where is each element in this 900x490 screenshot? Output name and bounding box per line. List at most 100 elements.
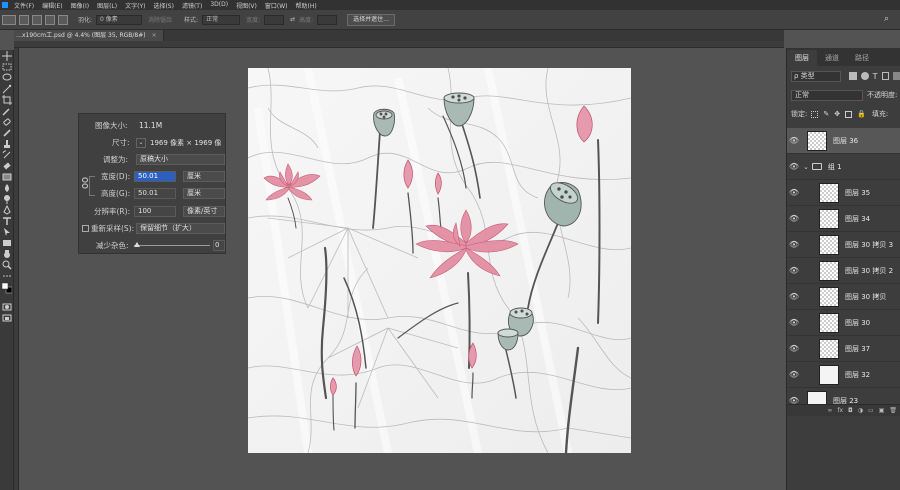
visibility-eye-icon[interactable]: 👁	[787, 136, 801, 145]
visibility-eye-icon[interactable]: 👁	[787, 266, 801, 275]
layer-thumbnail[interactable]	[807, 130, 827, 151]
menu-item[interactable]: 3D(D)	[210, 1, 228, 10]
lock-artboard-icon[interactable]	[845, 110, 853, 118]
layer-row[interactable]: 👁 图层 35	[787, 180, 900, 206]
visibility-eye-icon[interactable]: 👁	[787, 370, 801, 379]
new-group-icon[interactable]: ▭	[868, 407, 874, 414]
lock-all-icon[interactable]: 🔒	[857, 110, 866, 118]
fit-to-select[interactable]: 原稿大小	[136, 154, 225, 165]
type-tool-icon[interactable]	[2, 216, 12, 226]
filter-adjust-icon[interactable]	[860, 72, 869, 80]
layer-row[interactable]: 👁 图层 23	[787, 388, 900, 404]
height-input[interactable]: 50.01	[134, 188, 176, 199]
shape-tool-icon[interactable]	[2, 238, 12, 248]
marquee-tool-icon[interactable]	[2, 62, 12, 72]
layer-thumbnail[interactable]	[819, 338, 839, 359]
layer-row[interactable]: 👁 图层 34	[787, 206, 900, 232]
swap-icon[interactable]: ⇄	[290, 16, 295, 23]
trash-icon[interactable]: 🗑	[889, 407, 897, 414]
visibility-eye-icon[interactable]: 👁	[787, 214, 801, 223]
lasso-tool-icon[interactable]	[2, 73, 12, 83]
layer-thumbnail[interactable]	[819, 182, 839, 203]
new-selection-icon[interactable]	[19, 14, 29, 25]
color-swatches-icon[interactable]	[1, 282, 13, 296]
link-layers-icon[interactable]: ∞	[827, 407, 832, 414]
layer-row[interactable]: 👁 图层 30	[787, 310, 900, 336]
resample-checkbox[interactable]	[82, 225, 89, 232]
filter-smart-icon[interactable]	[893, 72, 900, 80]
layer-thumbnail[interactable]	[819, 260, 839, 281]
menu-item[interactable]: 视图(V)	[236, 1, 257, 10]
quick-mask-icon[interactable]	[2, 302, 12, 312]
tab-channels[interactable]: 通道	[817, 50, 847, 66]
layer-thumbnail[interactable]	[819, 312, 839, 333]
reduce-noise-value[interactable]: 0	[213, 240, 225, 251]
height-unit-select[interactable]: 厘米	[183, 188, 225, 199]
path-selection-tool-icon[interactable]	[2, 227, 12, 237]
group-expand-chevron-icon[interactable]: ⌄	[803, 163, 809, 171]
brush-tool-icon[interactable]	[2, 128, 12, 138]
feather-input[interactable]: 0 像素	[96, 14, 143, 25]
zoom-tool-icon[interactable]	[2, 260, 12, 270]
width-unit-select[interactable]: 厘米	[183, 171, 225, 182]
width-input[interactable]: 50.01	[134, 171, 176, 182]
app-logo-icon[interactable]	[2, 2, 8, 8]
menu-item[interactable]: 编辑(E)	[42, 1, 62, 10]
menu-item[interactable]: 图层(L)	[97, 1, 117, 10]
more-tools-icon[interactable]	[2, 271, 12, 281]
visibility-eye-icon[interactable]: 👁	[787, 344, 801, 353]
menu-item[interactable]: 文字(Y)	[125, 1, 145, 10]
menu-item[interactable]: 窗口(W)	[265, 1, 288, 10]
style-select[interactable]: 正常	[202, 14, 241, 25]
filter-pixel-icon[interactable]	[849, 72, 857, 80]
close-tab-icon[interactable]: ×	[152, 32, 157, 39]
screen-mode-icon[interactable]	[2, 313, 12, 323]
lock-move-icon[interactable]: ✥	[834, 110, 840, 118]
resolution-unit-select[interactable]: 像素/英寸	[183, 206, 225, 217]
layer-thumbnail[interactable]	[807, 390, 827, 404]
move-tool-icon[interactable]	[2, 51, 12, 61]
menu-item[interactable]: 图像(I)	[71, 1, 89, 10]
visibility-eye-icon[interactable]: 👁	[787, 240, 801, 249]
select-and-mask-button[interactable]: 选择并遮住...	[347, 13, 395, 26]
blend-mode-select[interactable]: 正常	[791, 89, 863, 101]
height-input[interactable]	[317, 14, 338, 25]
resolution-input[interactable]: 100	[134, 206, 176, 217]
layer-row[interactable]: 👁 图层 37	[787, 336, 900, 362]
dodge-tool-icon[interactable]	[2, 194, 12, 204]
blur-tool-icon[interactable]	[2, 183, 12, 193]
gradient-tool-icon[interactable]	[2, 172, 12, 182]
tab-layers[interactable]: 图层	[787, 50, 817, 66]
menu-item[interactable]: 选择(S)	[153, 1, 174, 10]
tab-paths[interactable]: 路径	[847, 50, 877, 66]
lock-brush-icon[interactable]: ✎	[823, 110, 829, 118]
layer-thumbnail[interactable]	[819, 364, 839, 385]
search-icon[interactable]: ⌕	[884, 14, 889, 24]
document-tab[interactable]: …x190cm工.psd @ 4.4% (图层 35, RGB/8#) ×	[14, 30, 164, 41]
add-mask-icon[interactable]: ◘	[848, 407, 853, 414]
menu-item[interactable]: 滤镜(T)	[182, 1, 202, 10]
layer-thumbnail[interactable]	[819, 208, 839, 229]
visibility-eye-icon[interactable]: 👁	[787, 318, 801, 327]
lock-transparent-icon[interactable]	[811, 110, 819, 118]
hand-tool-icon[interactable]	[2, 249, 12, 259]
visibility-eye-icon[interactable]: 👁	[787, 396, 801, 404]
layer-row[interactable]: 👁 ⌄ 组 1	[787, 154, 900, 180]
filter-type-icon[interactable]: T	[873, 72, 878, 81]
reduce-noise-slider[interactable]	[134, 245, 210, 246]
pen-tool-icon[interactable]	[2, 204, 12, 215]
clone-stamp-tool-icon[interactable]	[2, 139, 12, 149]
eyedropper-tool-icon[interactable]	[2, 106, 12, 116]
new-layer-icon[interactable]: ▣	[879, 407, 885, 414]
subtract-selection-icon[interactable]	[45, 14, 55, 25]
menu-item[interactable]: 帮助(H)	[296, 1, 317, 10]
reduce-noise-slider-thumb[interactable]	[134, 242, 140, 247]
layer-row[interactable]: 👁 图层 32	[787, 362, 900, 388]
adjustment-layer-icon[interactable]: ◑	[858, 407, 863, 414]
add-selection-icon[interactable]	[32, 14, 42, 25]
healing-brush-tool-icon[interactable]	[2, 117, 12, 127]
visibility-eye-icon[interactable]: 👁	[787, 162, 801, 171]
fx-icon[interactable]: fx	[837, 407, 843, 414]
layer-row[interactable]: 👁 图层 30 拷贝 2	[787, 258, 900, 284]
layer-thumbnail[interactable]	[819, 234, 839, 255]
